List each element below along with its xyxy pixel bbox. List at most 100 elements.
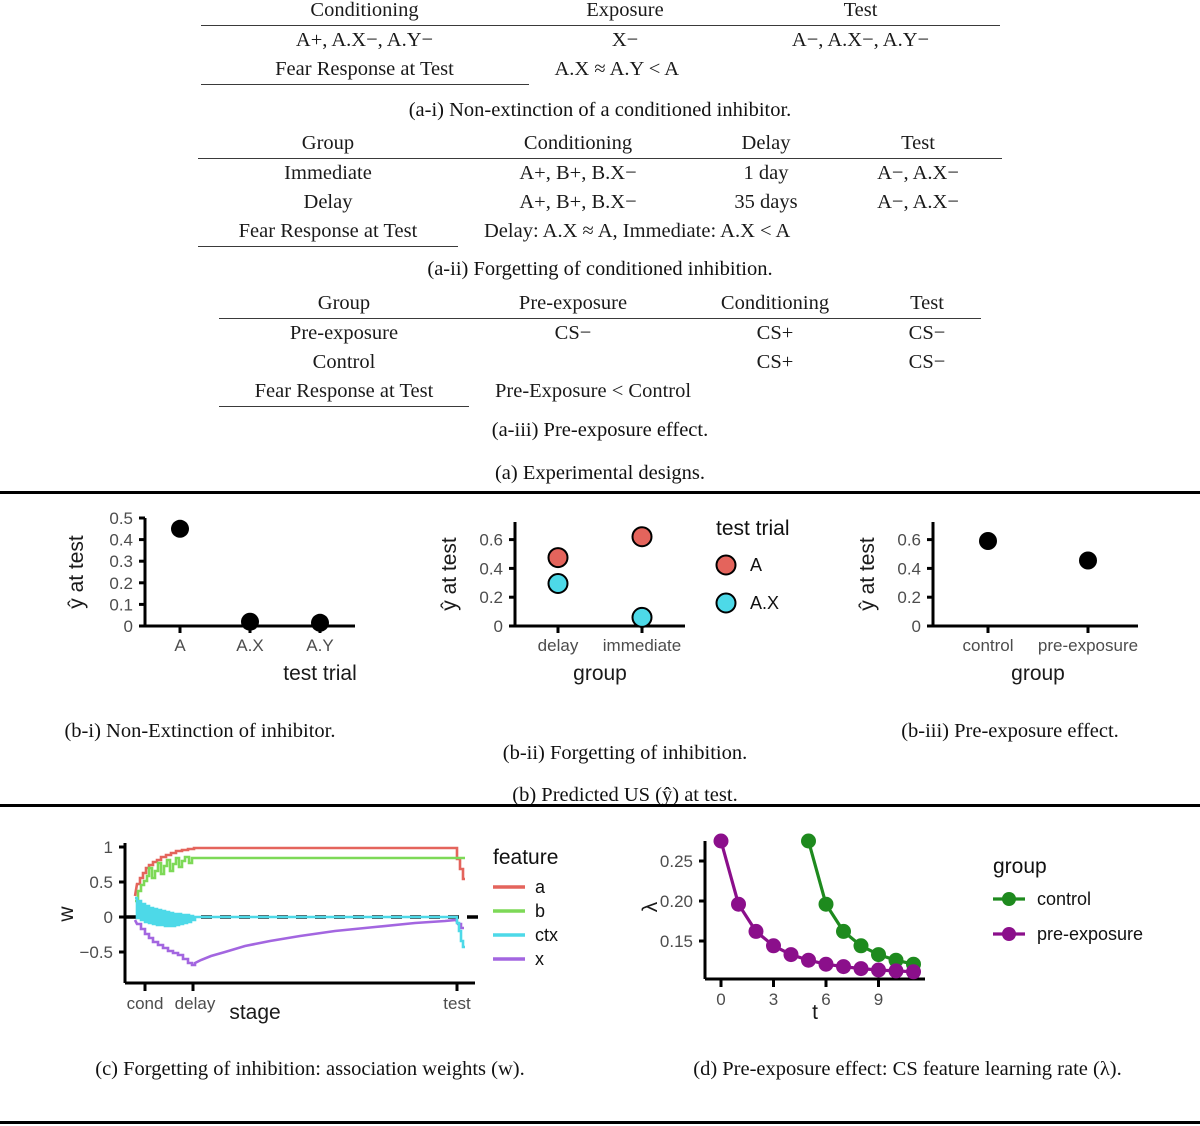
legend-label: pre-exposure — [1037, 924, 1143, 944]
y-tick-label: −0.5 — [79, 943, 113, 962]
y-tick-label: 0.2 — [897, 588, 921, 607]
summary-value: Pre-Exposure < Control — [495, 380, 692, 403]
legend-swatch-control-dot — [1002, 892, 1016, 906]
legend-feature: feature a b ctx x — [493, 846, 558, 969]
x-tick-label: A.Y — [306, 636, 333, 655]
summary-value: Delay: A.X ≈ A, Immediate: A.X < A — [484, 220, 791, 243]
y-tick-label: 0.4 — [109, 531, 133, 550]
legend-test-trial: test trial A A.X — [715, 517, 790, 614]
chart-b-ii: 0 0.2 0.4 0.6 delay immediate group ŷ at… — [438, 517, 790, 685]
chart-b-i: 0 0.1 0.2 0.3 0.4 0.5 A A.X A.Y test tri — [65, 509, 357, 685]
legend-title: test trial — [716, 517, 790, 540]
series-line-x — [133, 918, 464, 967]
summary-label: Fear Response at Test — [219, 377, 469, 408]
table-row: A+, A.X−, A.Y− X− A−, A.X−, A.Y− — [201, 26, 1000, 56]
cell: Delay — [303, 191, 353, 214]
cell: Control — [312, 351, 376, 374]
legend-label: ctx — [535, 925, 558, 945]
table-a-iii-wrapper: Group Pre-exposure Conditioning Test Pre… — [0, 289, 1200, 408]
table-a-iii: Group Pre-exposure Conditioning Test Pre… — [219, 289, 981, 408]
y-tick-label: 0.2 — [109, 574, 133, 593]
y-axis-title: λ — [639, 901, 662, 912]
data-point-ax — [631, 606, 653, 628]
y-tick-label: 0.25 — [660, 852, 693, 871]
col-header: Conditioning — [200, 0, 529, 27]
col-header: Exposure — [528, 0, 722, 27]
data-point — [171, 519, 189, 538]
y-ticks: 0 0.1 0.2 0.3 0.4 0.5 — [109, 509, 145, 636]
x-tick-label: test — [443, 994, 471, 1013]
series-line-a — [133, 846, 465, 897]
x-tick-label: pre-exposure — [1038, 636, 1138, 655]
y-tick-label: 0.4 — [479, 559, 503, 578]
data-point — [241, 612, 259, 631]
y-tick-label: 0.2 — [479, 588, 503, 607]
data-point-ax — [547, 573, 569, 594]
table-a-i: Conditioning Exposure Test A+, A.X−, A.Y… — [200, 0, 1000, 86]
cell: CS− — [908, 322, 946, 345]
col-header: Conditioning — [677, 289, 873, 320]
x-tick-label: delay — [538, 636, 579, 655]
legend-title: group — [993, 855, 1047, 878]
table-row: Delay A+, B+, B.X− 35 days A−, A.X− — [198, 188, 1002, 217]
legend-label: A.X — [750, 593, 779, 613]
y-tick-label: 0 — [912, 617, 921, 636]
x-tick-label: immediate — [603, 636, 681, 655]
cell: 1 day — [743, 162, 789, 185]
x-ticks: control pre-exposure — [962, 626, 1138, 655]
cell: CS+ — [756, 351, 794, 374]
series-points-control — [801, 833, 921, 972]
legend-swatch-a — [715, 554, 737, 576]
section-experimental-designs: Conditioning Exposure Test A+, A.X−, A.Y… — [0, 0, 1200, 492]
legend-label: A — [750, 555, 762, 575]
cell: A−, A.X−, A.Y− — [791, 29, 930, 52]
table-a-ii: Group Conditioning Delay Test Immediate … — [198, 129, 1002, 248]
summary-label: Fear Response at Test — [198, 217, 458, 248]
y-tick-label: 0.5 — [89, 873, 113, 892]
y-tick-label: 0.3 — [109, 552, 133, 571]
table-row: Control CS+ CS− — [219, 348, 981, 377]
summary-label: Fear Response at Test — [200, 55, 529, 86]
caption-a-iii: (a-iii) Pre-exposure effect. — [491, 419, 709, 441]
table-row-summary: Fear Response at Test Pre-Exposure < Con… — [219, 377, 981, 408]
legend-label: a — [535, 877, 546, 897]
cell: A+, A.X−, A.Y− — [295, 29, 434, 52]
cell: A−, A.X− — [877, 191, 959, 214]
cell: A−, A.X− — [877, 162, 959, 185]
table-row: Immediate A+, B+, B.X− 1 day A−, A.X− — [198, 159, 1002, 189]
col-header: Delay — [698, 129, 834, 160]
chart-b-iii: 0 0.2 0.4 0.6 control pre-exposure group… — [856, 522, 1138, 685]
x-tick-label: delay — [175, 994, 216, 1013]
data-point-a — [631, 526, 653, 548]
y-tick-label: 0.4 — [897, 559, 921, 578]
x-tick-label: 3 — [769, 990, 778, 1009]
x-tick-label: A — [174, 636, 186, 655]
data-point — [311, 613, 329, 632]
x-axis-title: test trial — [283, 662, 357, 685]
y-ticks: 1 0.5 0 −0.5 — [79, 838, 125, 962]
x-axis-title: stage — [229, 1001, 280, 1024]
col-header: Conditioning — [458, 129, 698, 160]
caption-b-iii: (b-iii) Pre-exposure effect. — [901, 720, 1119, 742]
cell: A+, B+, B.X− — [519, 162, 637, 185]
y-tick-label: 0.6 — [897, 531, 921, 550]
col-header: Test — [834, 129, 1002, 160]
section-predicted-us: 0 0.1 0.2 0.3 0.4 0.5 A A.X A.Y test tri — [0, 492, 1200, 806]
x-axis-title: group — [573, 662, 627, 685]
table-row-summary: Fear Response at Test Delay: A.X ≈ A, Im… — [198, 217, 1002, 248]
cell — [469, 348, 677, 377]
cell: Immediate — [284, 162, 372, 185]
y-tick-label: 1 — [104, 838, 113, 857]
cell: CS− — [554, 322, 592, 345]
y-ticks: 0.25 0.20 0.15 — [660, 852, 705, 951]
x-tick-label: A.X — [236, 636, 263, 655]
x-tick-label: 0 — [716, 990, 725, 1009]
x-ticks: delay immediate — [538, 626, 681, 655]
data-point — [979, 532, 997, 550]
x-tick-label: 9 — [874, 990, 883, 1009]
y-ticks: 0 0.2 0.4 0.6 — [479, 531, 515, 636]
y-ticks: 0 0.2 0.4 0.6 — [897, 531, 933, 636]
legend-swatch-pre-exposure-dot — [1002, 927, 1016, 941]
x-ticks: cond delay test — [127, 983, 471, 1013]
caption-a-ii: (a-ii) Forgetting of conditioned inhibit… — [427, 258, 773, 280]
